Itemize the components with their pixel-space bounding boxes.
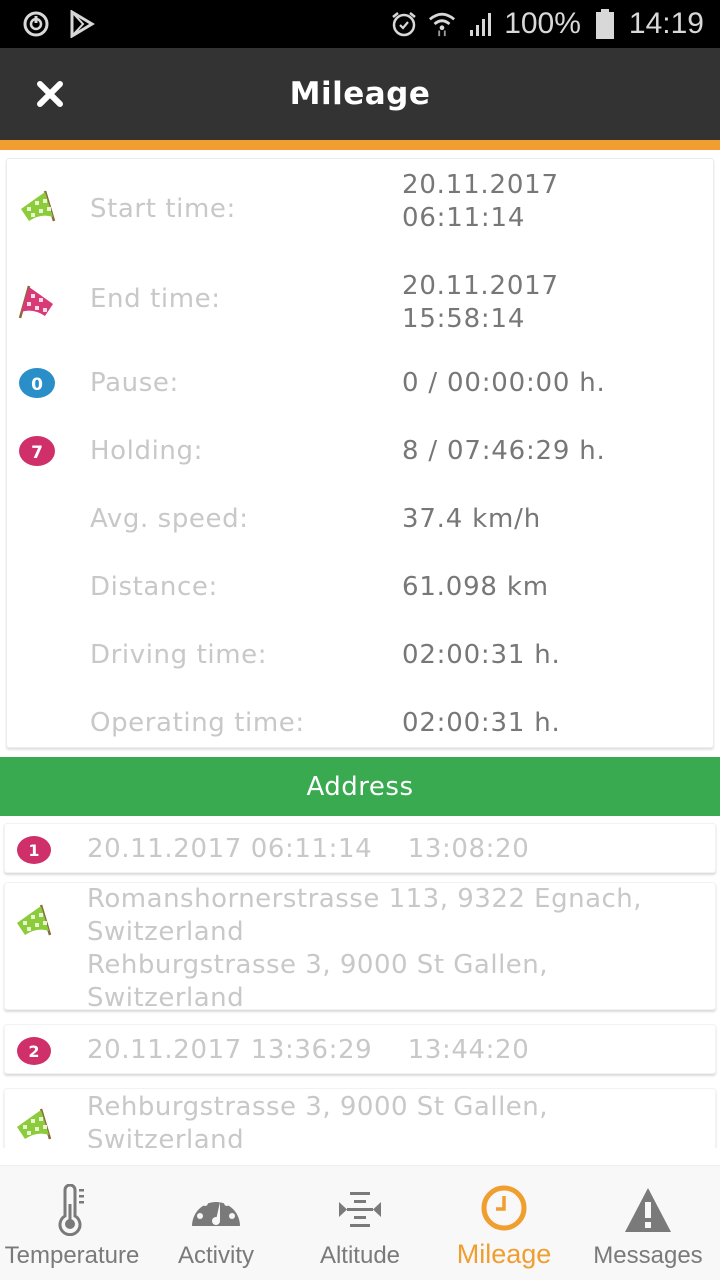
alarm-icon (390, 10, 418, 38)
tab-altitude[interactable]: Altitude (288, 1166, 432, 1280)
status-bar: 100% 14:19 (0, 0, 720, 48)
bottom-navigation: Temperature Activity Altitude Mileage Me… (0, 1165, 720, 1280)
value: 02:00:31 h. (402, 640, 561, 670)
altitude-icon (332, 1184, 388, 1236)
label: Holding: (90, 436, 203, 466)
close-button[interactable] (34, 78, 66, 110)
value: 0 / 00:00:00 h. (402, 368, 606, 398)
label: Driving time: (90, 640, 268, 670)
label: End time: (90, 284, 221, 314)
address-entry-header[interactable]: 1 20.11.2017 06:11:14 13:08:20 (4, 823, 716, 873)
battery-icon (591, 9, 619, 39)
label: Operating time: (90, 708, 305, 738)
tab-label: Altitude (319, 1242, 401, 1269)
address-entry-times: 20.11.2017 13:36:29 13:44:20 (87, 1035, 530, 1065)
value: 8 / 07:46:29 h. (402, 436, 606, 466)
signal-icon (466, 10, 494, 38)
green-checkered-flag-icon (13, 1105, 53, 1145)
address-lines: Romanshornerstrasse 113, 9322 Egnach, Sw… (87, 884, 643, 1013)
clock-icon (476, 1184, 532, 1236)
pause-badge-icon: 0 (17, 366, 57, 406)
tab-label: Activity (177, 1242, 254, 1269)
app-bar: Mileage (0, 48, 720, 140)
summary-card: Start time: 20.11.2017 06:11:14 End time… (6, 158, 714, 748)
page-title: Mileage (289, 76, 431, 112)
value: 02:00:31 h. (402, 708, 561, 738)
svg-text:2: 2 (28, 1042, 39, 1061)
clock-time: 14:19 (628, 7, 704, 40)
address-entry-body[interactable]: Romanshornerstrasse 113, 9322 Egnach, Sw… (4, 882, 716, 1013)
value: 37.4 km/h (402, 504, 541, 534)
address-entry-header[interactable]: 2 20.11.2017 13:36:29 13:44:20 (4, 1024, 716, 1074)
address-lines: Rehburgstrasse 3, 9000 St Gallen, Switze… (87, 1092, 549, 1148)
holding-badge-icon: 7 (17, 434, 57, 474)
label: Start time: (90, 194, 236, 224)
play-store-icon (68, 10, 96, 38)
sync-icon (22, 10, 50, 38)
green-checkered-flag-icon (17, 187, 57, 227)
value: 61.098 km (402, 572, 549, 602)
address-entry-times: 20.11.2017 06:11:14 13:08:20 (87, 834, 530, 864)
tab-label: Mileage (456, 1239, 552, 1269)
address-list[interactable]: 1 20.11.2017 06:11:14 13:08:20 Romanshor… (0, 820, 720, 1148)
tab-label: Messages (593, 1242, 703, 1269)
svg-text:0: 0 (31, 375, 43, 395)
svg-text:1: 1 (28, 841, 39, 860)
tab-temperature[interactable]: Temperature (0, 1166, 144, 1280)
tab-label: Temperature (4, 1242, 140, 1269)
tab-mileage[interactable]: Mileage (432, 1166, 576, 1280)
speedometer-icon (188, 1184, 244, 1236)
warning-icon (620, 1184, 676, 1236)
tab-activity[interactable]: Activity (144, 1166, 288, 1280)
green-checkered-flag-icon (13, 901, 53, 941)
svg-text:7: 7 (31, 443, 43, 463)
address-section-header: Address (0, 757, 720, 816)
battery-percent: 100% (504, 7, 581, 40)
value: 20.11.2017 06:11:14 (402, 170, 559, 233)
label: Pause: (90, 368, 179, 398)
value: 20.11.2017 15:58:14 (402, 271, 559, 334)
label: Distance: (90, 572, 218, 602)
trip-number-badge-icon: 2 (16, 1036, 52, 1065)
trip-number-badge-icon: 1 (16, 835, 52, 864)
address-entry-body[interactable]: Rehburgstrasse 3, 9000 St Gallen, Switze… (4, 1088, 716, 1148)
close-icon (37, 81, 63, 107)
tab-messages[interactable]: Messages (576, 1166, 720, 1280)
thermometer-icon (44, 1184, 100, 1236)
accent-bar (0, 140, 720, 150)
wifi-icon (428, 10, 456, 38)
red-checkered-flag-icon (17, 282, 57, 322)
label: Avg. speed: (90, 504, 249, 534)
